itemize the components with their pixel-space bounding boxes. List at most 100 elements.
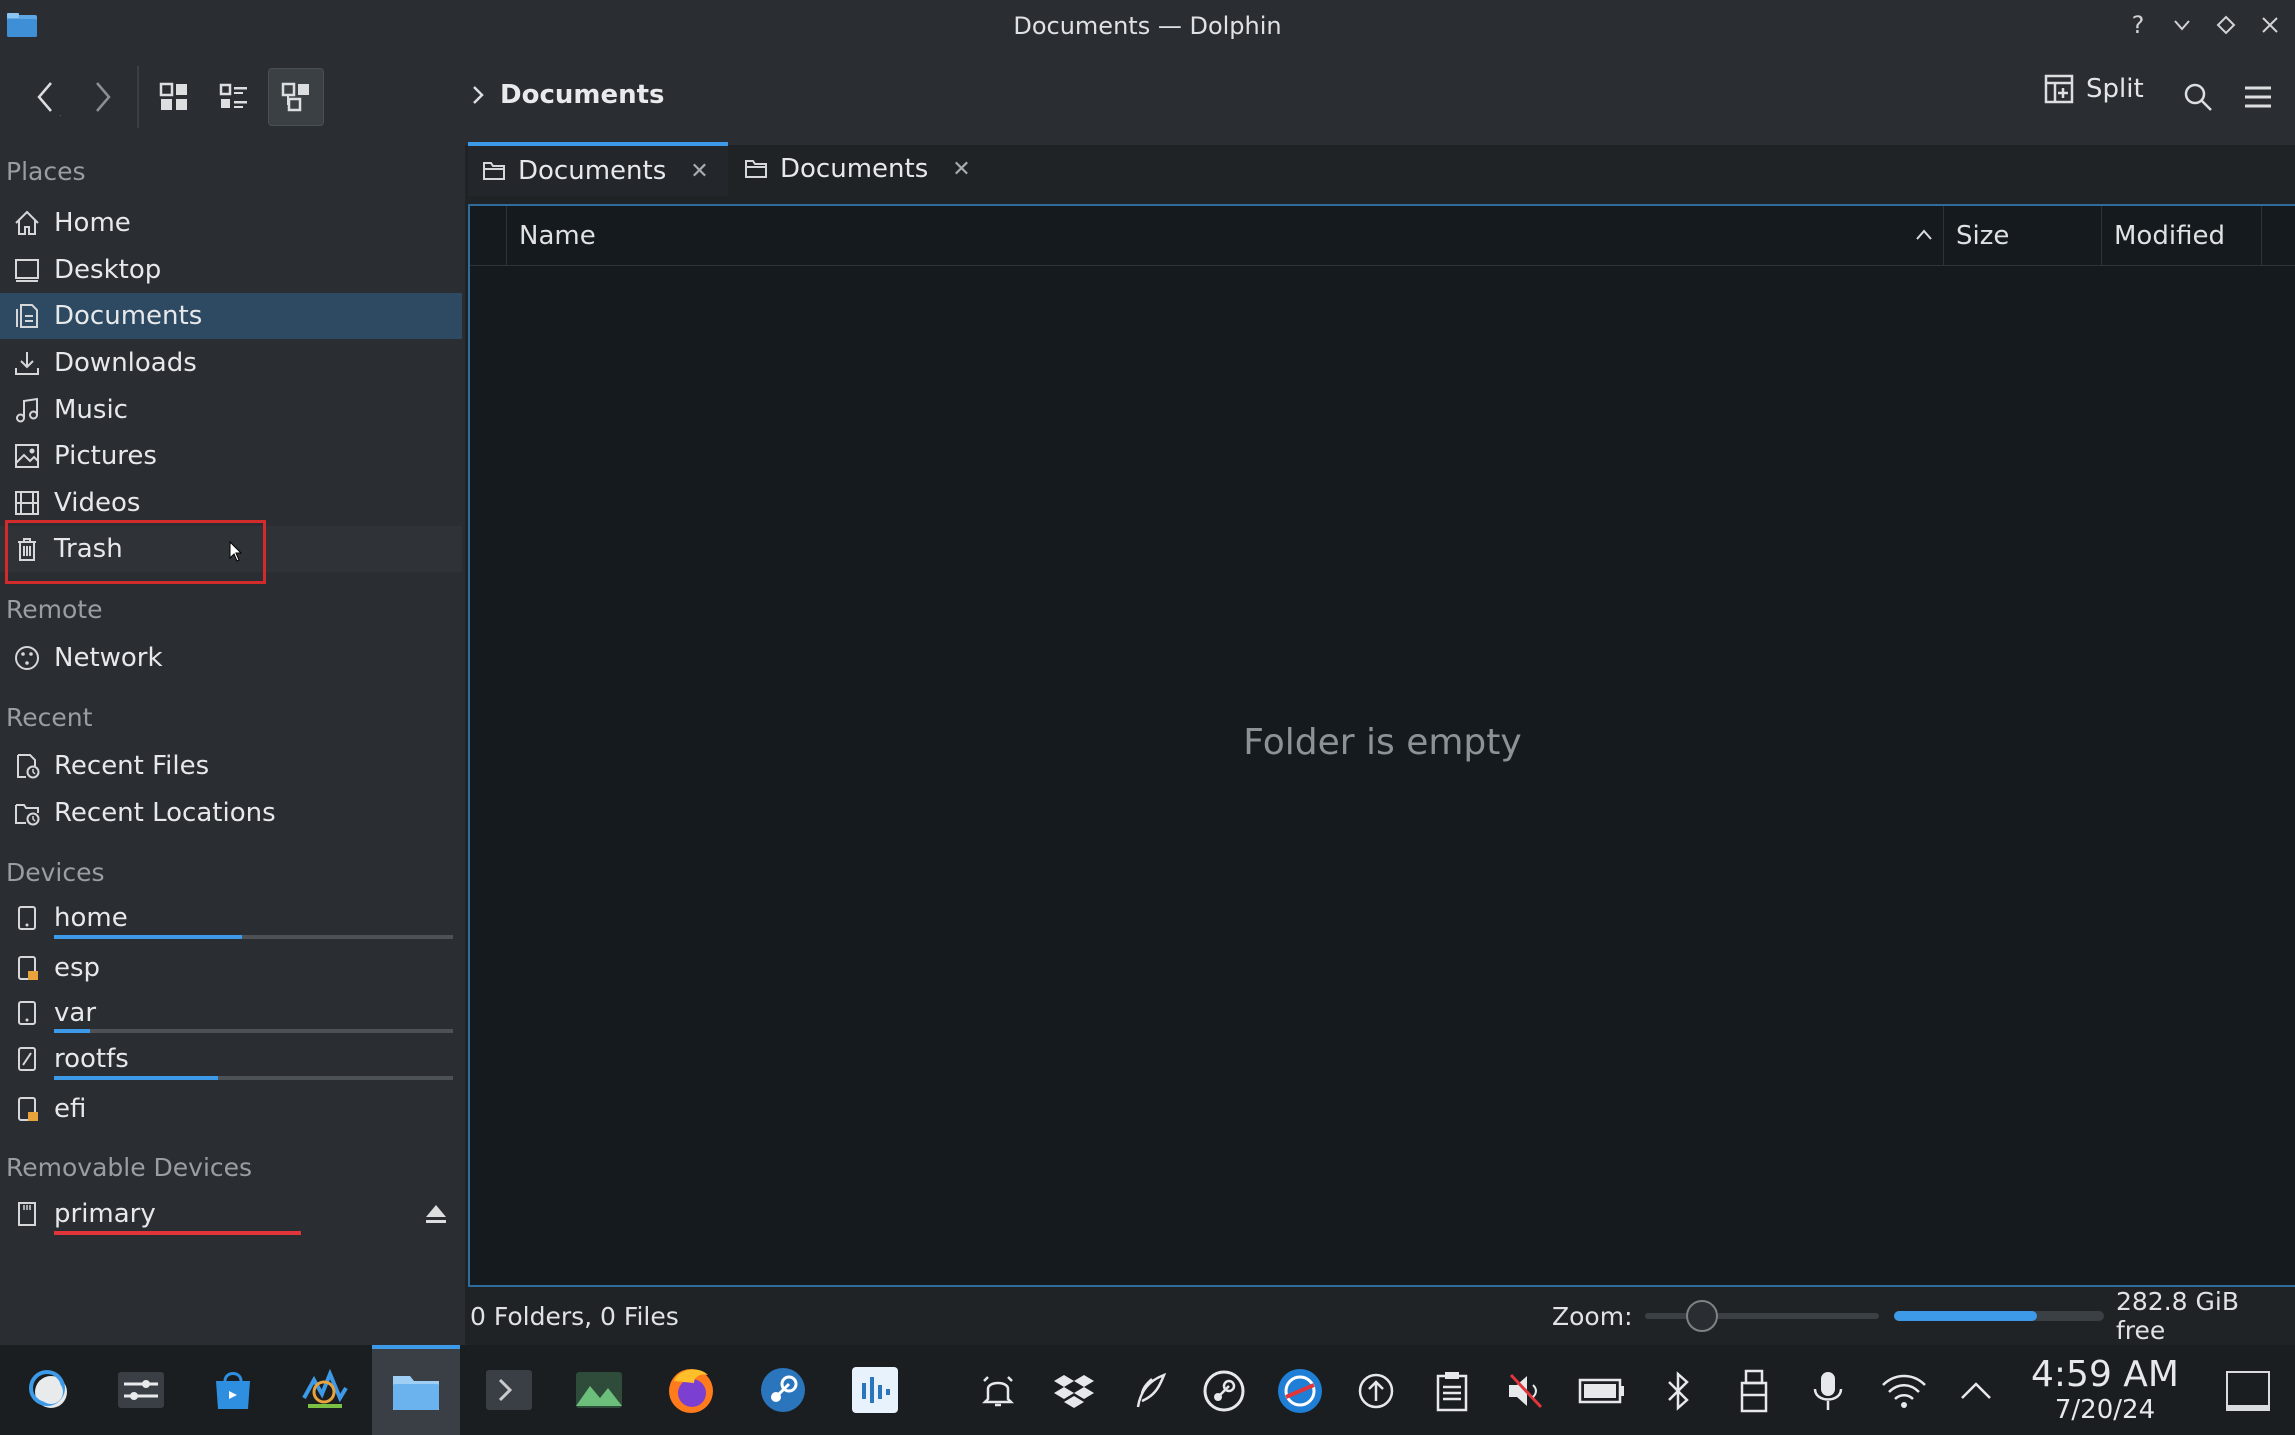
compact-view-button[interactable] bbox=[212, 72, 256, 122]
microphone-icon[interactable] bbox=[1802, 1365, 1854, 1417]
music-icon bbox=[16, 397, 38, 423]
zoom-label: Zoom: bbox=[1552, 1301, 1633, 1331]
sync-app-icon[interactable] bbox=[1274, 1365, 1326, 1417]
close-window-icon[interactable] bbox=[2255, 10, 2285, 40]
column-modified-label: Modified bbox=[2114, 221, 2225, 251]
plant-app-icon[interactable] bbox=[1124, 1365, 1176, 1417]
tab-documents-1[interactable]: Documents ✕ bbox=[468, 142, 728, 196]
sidebar-item-device-efi[interactable]: efi bbox=[0, 1086, 462, 1132]
title-bar: Documents — Dolphin ? bbox=[0, 0, 2295, 50]
taskbar-system-monitor[interactable] bbox=[282, 1345, 368, 1435]
hamburger-menu-icon bbox=[2245, 86, 2271, 108]
split-label: Split bbox=[2086, 74, 2144, 104]
sidebar-item-documents[interactable]: Documents bbox=[0, 293, 462, 339]
device-usage-bar-var bbox=[54, 1029, 453, 1033]
sidebar-item-label: Desktop bbox=[54, 255, 162, 285]
sidebar-item-device-esp[interactable]: esp bbox=[0, 945, 462, 991]
sidebar-item-network[interactable]: Network bbox=[0, 635, 462, 681]
drive-locked-icon bbox=[18, 1097, 38, 1121]
sidebar-item-recent-locations[interactable]: Recent Locations bbox=[0, 790, 462, 836]
sidebar-item-label: Recent Locations bbox=[54, 798, 276, 828]
column-size[interactable]: Size bbox=[1944, 206, 2102, 266]
sd-card-icon bbox=[18, 1202, 36, 1226]
folder-summary: 0 Folders, 0 Files bbox=[470, 1301, 679, 1331]
hamburger-menu-button[interactable] bbox=[2236, 74, 2280, 120]
tab-label: Documents bbox=[518, 156, 667, 186]
taskbar: 4:59 AM 7/20/24 bbox=[0, 1345, 2295, 1435]
annotation-highlight-box bbox=[5, 520, 266, 584]
steam-tray-icon[interactable] bbox=[1198, 1365, 1250, 1417]
zoom-slider-handle[interactable] bbox=[1686, 1300, 1718, 1332]
sidebar-item-label: Pictures bbox=[54, 441, 157, 471]
section-title-places: Places bbox=[6, 157, 86, 186]
back-button[interactable] bbox=[22, 72, 70, 122]
search-button[interactable] bbox=[2176, 74, 2220, 120]
maximize-icon[interactable] bbox=[2211, 10, 2241, 40]
section-title-removable: Removable Devices bbox=[6, 1153, 253, 1182]
split-button[interactable]: Split bbox=[2044, 74, 2144, 104]
column-spacer bbox=[470, 206, 507, 266]
search-icon bbox=[2184, 83, 2212, 111]
zoom-slider-track[interactable] bbox=[1645, 1313, 1879, 1319]
device-usage-bar-rootfs bbox=[54, 1076, 453, 1080]
tab-documents-2[interactable]: Documents ✕ bbox=[730, 142, 988, 196]
sidebar-item-desktop[interactable]: Desktop bbox=[0, 247, 462, 293]
usb-storage-icon[interactable] bbox=[1728, 1365, 1780, 1417]
taskbar-dolphin[interactable] bbox=[372, 1345, 460, 1435]
taskbar-system-settings[interactable] bbox=[98, 1345, 184, 1435]
taskbar-firefox[interactable] bbox=[648, 1345, 734, 1435]
column-header: Name Size Modified bbox=[470, 206, 2295, 266]
column-modified[interactable]: Modified bbox=[2102, 206, 2262, 266]
sidebar-item-home[interactable]: Home bbox=[0, 200, 462, 246]
battery-icon[interactable] bbox=[1576, 1365, 1628, 1417]
dropbox-icon[interactable] bbox=[1048, 1365, 1100, 1417]
breadcrumb[interactable]: Documents bbox=[470, 80, 665, 110]
sidebar-item-recent-files[interactable]: Recent Files bbox=[0, 743, 462, 789]
sidebar-item-label: Documents bbox=[54, 301, 203, 331]
eject-icon[interactable] bbox=[424, 1203, 448, 1225]
free-space-label: 282.8 GiB free bbox=[2116, 1287, 2239, 1345]
chevron-right-icon bbox=[473, 86, 484, 104]
equalizer-app-icon bbox=[852, 1367, 898, 1413]
videos-icon bbox=[15, 491, 39, 515]
icons-view-icon bbox=[159, 82, 187, 110]
sidebar-item-label: efi bbox=[54, 1094, 87, 1124]
details-view-button[interactable] bbox=[268, 68, 324, 126]
application-launcher-button[interactable] bbox=[6, 1345, 92, 1435]
taskbar-audio-app[interactable] bbox=[832, 1345, 918, 1435]
minimize-icon[interactable] bbox=[2167, 10, 2197, 40]
chevron-up-icon[interactable] bbox=[1950, 1365, 2002, 1417]
sidebar-item-label: Downloads bbox=[54, 348, 197, 378]
show-desktop-button[interactable] bbox=[2226, 1371, 2270, 1411]
column-name[interactable]: Name bbox=[507, 206, 1944, 266]
downloads-icon bbox=[15, 352, 39, 375]
taskbar-steam[interactable] bbox=[740, 1345, 826, 1435]
shopping-bag-icon bbox=[216, 1372, 250, 1409]
taskbar-spectacle[interactable] bbox=[556, 1345, 642, 1435]
sidebar-item-pictures[interactable]: Pictures bbox=[0, 433, 462, 479]
close-tab-icon[interactable]: ✕ bbox=[690, 159, 708, 184]
bluetooth-icon[interactable] bbox=[1652, 1365, 1704, 1417]
icons-view-button[interactable] bbox=[152, 72, 196, 122]
volume-muted-icon[interactable] bbox=[1500, 1365, 1552, 1417]
steam-icon bbox=[761, 1368, 805, 1412]
split-icon bbox=[2044, 74, 2074, 104]
taskbar-konsole[interactable] bbox=[466, 1345, 552, 1435]
clock-time: 4:59 AM bbox=[2031, 1354, 2179, 1395]
help-icon[interactable]: ? bbox=[2123, 10, 2153, 40]
monitor-graph-icon bbox=[302, 1368, 348, 1408]
update-icon[interactable] bbox=[1350, 1365, 1402, 1417]
close-tab-icon[interactable]: ✕ bbox=[952, 157, 970, 182]
file-view[interactable]: Name Size Modified Folder is empty bbox=[468, 204, 2295, 1287]
taskbar-discover[interactable] bbox=[190, 1345, 276, 1435]
window-title: Documents — Dolphin bbox=[1013, 12, 1282, 40]
forward-button[interactable] bbox=[78, 72, 126, 122]
pictures-icon bbox=[15, 444, 39, 468]
breadcrumb-current[interactable]: Documents bbox=[500, 80, 665, 110]
sidebar-item-downloads[interactable]: Downloads bbox=[0, 340, 462, 386]
sidebar-item-music[interactable]: Music bbox=[0, 387, 462, 433]
clipboard-icon[interactable] bbox=[1426, 1365, 1478, 1417]
notifications-icon[interactable] bbox=[972, 1365, 1024, 1417]
wifi-icon[interactable] bbox=[1878, 1365, 1930, 1417]
digital-clock[interactable]: 4:59 AM 7/20/24 bbox=[2025, 1354, 2185, 1426]
